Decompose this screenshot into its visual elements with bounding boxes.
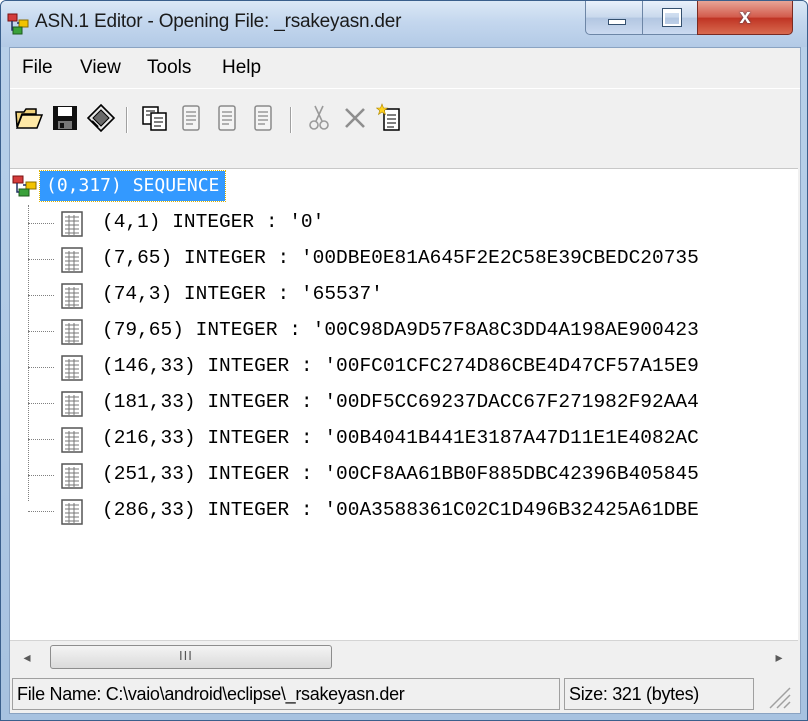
document-icon: [218, 105, 236, 131]
tree-connector: [28, 403, 54, 404]
scroll-right-button[interactable]: ▸: [766, 645, 792, 669]
save-disk-icon: [53, 106, 77, 130]
resize-grip-icon[interactable]: [762, 682, 792, 710]
close-button[interactable]: x: [697, 1, 793, 35]
integer-node-icon: [61, 283, 83, 309]
paste-after-button[interactable]: [212, 103, 242, 133]
cut-icon: [309, 105, 329, 130]
tree-node-label: (4,1) INTEGER : '0': [102, 211, 325, 233]
paste-before-button[interactable]: [176, 103, 206, 133]
document-icon: [254, 105, 272, 131]
minimize-icon: [608, 19, 626, 25]
menu-help[interactable]: Help: [222, 57, 261, 79]
tree-node[interactable]: (286,33) INTEGER : '00A3588361C02C1D496B…: [10, 493, 798, 529]
tree-node-label: (146,33) INTEGER : '00FC01CFC274D86CBE4D…: [102, 355, 699, 377]
tree-node-label: (181,33) INTEGER : '00DF5CC69237DACC67F2…: [102, 391, 699, 413]
certificate-button[interactable]: [86, 103, 116, 133]
tree-node[interactable]: (7,65) INTEGER : '00DBE0E81A645F2E2C58E3…: [10, 241, 798, 277]
menu-tools[interactable]: Tools: [147, 57, 191, 79]
copy-button[interactable]: [140, 103, 170, 133]
tree-root-label[interactable]: (0,317) SEQUENCE: [38, 170, 227, 202]
integer-node-icon: [61, 391, 83, 417]
tree-node[interactable]: (146,33) INTEGER : '00FC01CFC274D86CBE4D…: [10, 349, 798, 385]
tree-node[interactable]: (216,33) INTEGER : '00B4041B441E3187A47D…: [10, 421, 798, 457]
tree-connector: [28, 475, 54, 476]
minimize-button[interactable]: [585, 1, 643, 35]
toolbar-separator: [290, 107, 292, 133]
tree-node[interactable]: (251,33) INTEGER : '00CF8AA61BB0F885DBC4…: [10, 457, 798, 493]
caption-buttons: x: [585, 1, 799, 37]
open-button[interactable]: [14, 103, 44, 133]
toolbar: [10, 88, 800, 167]
tree-node[interactable]: (181,33) INTEGER : '00DF5CC69237DACC67F2…: [10, 385, 798, 421]
integer-node-icon: [61, 463, 83, 489]
client-area: File View Tools Help (0,317) SEQUENCE (4…: [9, 47, 801, 714]
scroll-left-button[interactable]: ◂: [14, 645, 40, 669]
scrollbar-grip-icon: III: [179, 648, 193, 663]
integer-node-icon: [61, 319, 83, 345]
paste-child-button[interactable]: [248, 103, 278, 133]
delete-button[interactable]: [340, 103, 370, 133]
tree-connector: [28, 439, 54, 440]
app-tree-icon: [7, 13, 29, 35]
tree-node-label: (79,65) INTEGER : '00C98DA9D57F8A8C3DD4A…: [102, 319, 699, 341]
document-icon: [182, 105, 200, 131]
open-folder-icon: [15, 108, 44, 129]
tree-connector: [28, 331, 54, 332]
new-node-button[interactable]: [375, 103, 406, 133]
menu-file[interactable]: File: [22, 57, 53, 79]
tree-node-label: (7,65) INTEGER : '00DBE0E81A645F2E2C58E3…: [102, 247, 699, 269]
tree-node-label: (74,3) INTEGER : '65537': [102, 283, 383, 305]
copy-icon: [142, 106, 167, 131]
new-node-icon: [375, 103, 400, 131]
integer-node-icon: [61, 499, 83, 525]
app-window: ASN.1 Editor - Opening File: _rsakeyasn.…: [0, 0, 808, 721]
menu-view[interactable]: View: [80, 57, 121, 79]
tree-root-node[interactable]: (0,317) SEQUENCE: [10, 169, 798, 205]
tree-node[interactable]: (79,65) INTEGER : '00C98DA9D57F8A8C3DD4A…: [10, 313, 798, 349]
certificate-icon: [86, 103, 116, 133]
scrollbar-thumb[interactable]: III: [50, 645, 332, 669]
tree-node[interactable]: (4,1) INTEGER : '0': [10, 205, 798, 241]
integer-node-icon: [61, 247, 83, 273]
status-file-size: Size: 321 (bytes): [564, 678, 754, 710]
tree-connector: [28, 367, 54, 368]
toolbar-separator: [126, 107, 128, 133]
tree-node[interactable]: (74,3) INTEGER : '65537': [10, 277, 798, 313]
window-title: ASN.1 Editor - Opening File: _rsakeyasn.…: [35, 11, 402, 32]
maximize-icon: [662, 8, 682, 27]
sequence-icon: [12, 175, 37, 197]
tree-node-label: (286,33) INTEGER : '00A3588361C02C1D496B…: [102, 499, 699, 521]
tree-connector: [28, 511, 54, 512]
integer-node-icon: [61, 355, 83, 381]
integer-node-icon: [61, 427, 83, 453]
tree-node-label: (216,33) INTEGER : '00B4041B441E3187A47D…: [102, 427, 699, 449]
save-button[interactable]: [50, 103, 80, 133]
tree-connector: [28, 259, 54, 260]
tree-connector: [28, 295, 54, 296]
tree-connector: [28, 223, 54, 224]
delete-icon: [345, 108, 365, 128]
status-bar: File Name: C:\vaio\android\eclipse\_rsak…: [10, 674, 800, 713]
asn1-tree-view[interactable]: (0,317) SEQUENCE (4,1) INTEGER : '0' (7,…: [10, 168, 798, 641]
menu-bar: File View Tools Help: [10, 48, 800, 88]
title-bar[interactable]: ASN.1 Editor - Opening File: _rsakeyasn.…: [1, 1, 807, 47]
integer-node-icon: [61, 211, 83, 237]
cut-button[interactable]: [304, 103, 334, 133]
status-file-name: File Name: C:\vaio\android\eclipse\_rsak…: [12, 678, 560, 710]
close-icon: x: [739, 6, 751, 28]
horizontal-scrollbar[interactable]: ◂ III ▸: [10, 640, 798, 673]
maximize-button[interactable]: [642, 1, 698, 35]
tree-node-label: (251,33) INTEGER : '00CF8AA61BB0F885DBC4…: [102, 463, 699, 485]
